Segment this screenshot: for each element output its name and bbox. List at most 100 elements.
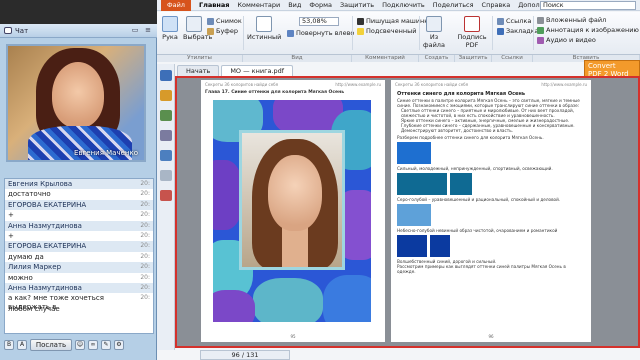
bold-icon[interactable]: B (4, 340, 14, 350)
message-time: 20: (140, 294, 150, 302)
link-icon[interactable]: ∞ (88, 340, 98, 350)
link-button[interactable]: Ссылка (497, 17, 531, 25)
navigation-sidebar (157, 64, 175, 350)
media-icon (537, 36, 544, 44)
layers-icon[interactable] (159, 110, 172, 121)
link-label: Ссылка (506, 17, 532, 25)
menu-help[interactable]: Справка (482, 1, 511, 9)
page-header-right: http://www.example.ru (335, 82, 381, 87)
message-time: 20: (140, 231, 150, 239)
actual-size-button[interactable]: Истинный (247, 16, 281, 41)
comments-icon[interactable] (159, 190, 172, 201)
highlight-label: Подсвеченный (366, 27, 417, 35)
clipboard-label: Буфер (216, 27, 238, 35)
chat-message-list[interactable]: Евгения Крылова 20: достаточно 20: ЕГОРОВА Е… (4, 178, 154, 334)
tab-document[interactable]: МО — книга.pdf (221, 65, 294, 76)
attachments-icon[interactable] (159, 170, 172, 181)
swatch-row-3 (391, 202, 591, 228)
menu-file[interactable]: Файл (161, 0, 191, 11)
snapshot-button[interactable]: Снимок (207, 17, 242, 25)
video-feed: Евгения Маченко (6, 44, 146, 162)
message-text: достаточно (8, 190, 51, 199)
menu-form[interactable]: Форма (309, 1, 332, 9)
message-time: 20: (140, 252, 150, 260)
tab-start[interactable]: Начать (177, 65, 220, 76)
color-swatch (397, 204, 431, 226)
send-button[interactable]: Послать (30, 339, 72, 351)
menu-view[interactable]: Вид (288, 1, 301, 9)
thumbnails-icon[interactable] (159, 70, 172, 81)
hand-label: Рука (162, 33, 178, 41)
menu-home[interactable]: Главная (199, 1, 229, 9)
convert-line1: Convert (588, 62, 616, 70)
actual-size-label: Истинный (247, 33, 282, 41)
menu-comments[interactable]: Комментари (237, 1, 280, 9)
chat-message: думаю да 20: (5, 252, 153, 262)
zoom-field[interactable]: 53,08% (299, 17, 339, 26)
image-annotation-button[interactable]: Аннотация к изображению (537, 26, 639, 34)
group-comment: Комментарий (352, 55, 419, 62)
sign-pdf-button[interactable]: Подпись PDF (457, 16, 487, 49)
rotate-left-button[interactable]: Повернуть влево (287, 29, 354, 37)
signature-icon (464, 16, 480, 32)
audio-video-button[interactable]: Аудио и видео (537, 36, 596, 44)
message-text: можно (8, 273, 33, 282)
page-header-right: http://www.example.ru (541, 82, 587, 87)
rotate-label: Повернуть влево (296, 29, 355, 37)
settings-icon[interactable]: ⚙ (114, 340, 124, 350)
message-text: + (8, 211, 14, 220)
search-input[interactable]: Поиск (540, 1, 636, 10)
message-text: думаю да (8, 252, 44, 261)
from-file-button[interactable]: Из файла (423, 16, 445, 49)
page-number: 95 (290, 334, 296, 339)
message-text: ЕГОРОВА ЕКАТЕРИНА (8, 200, 87, 209)
cursor-icon (186, 16, 202, 32)
group-utilities: Утилиты (157, 55, 243, 62)
chat-author: Евгения Крылова 20: (5, 179, 153, 190)
camera-icon (207, 17, 214, 25)
document-tabs: Начать МО — книга.pdf (177, 64, 640, 76)
menu-connect[interactable]: Подключить (382, 1, 425, 9)
bookmark-icon (497, 27, 504, 35)
rotate-icon (287, 29, 294, 37)
color-icon[interactable]: A (17, 340, 27, 350)
typewriter-button[interactable]: Пишущая машинка (357, 17, 432, 25)
message-text: а как? мне тоже хочеться выдержать в (8, 294, 104, 311)
color-swatch (450, 173, 472, 195)
chat-icon (4, 27, 12, 34)
menu-share[interactable]: Поделиться (433, 1, 474, 9)
bullet-deep: Глубокие оттенки синего – сдержанные, ур… (401, 123, 575, 133)
video-participant-name: Евгения Маченко (74, 149, 138, 157)
from-file-label: Из файла (423, 33, 445, 49)
page-navigator[interactable]: 96 / 131 (200, 350, 290, 360)
chat-message: +20: (5, 231, 153, 241)
document-viewport[interactable]: Секреты 36 колоритов найди себя http://w… (175, 76, 640, 348)
hand-tool-button[interactable]: Рука (159, 16, 181, 41)
highlight-button[interactable]: Подсвеченный (357, 27, 416, 35)
minimize-icon[interactable]: ▭ (130, 26, 140, 35)
pages-icon[interactable] (159, 130, 172, 141)
color-swatch (397, 235, 427, 257)
message-time: 20: (140, 242, 150, 250)
swatch-row-1 (391, 140, 591, 166)
image-annotation-label: Аннотация к изображению (546, 26, 639, 34)
highlight-icon (357, 27, 364, 35)
menu-icon[interactable]: ≡ (143, 26, 153, 35)
page-header: Секреты 36 колоритов найди себя http://w… (391, 80, 591, 89)
attach-icon[interactable]: ✎ (101, 340, 111, 350)
chat-message: достаточно 20: (5, 189, 153, 199)
smile-icon[interactable]: ☺ (75, 340, 85, 350)
pdf-reader-window: Файл Главная Комментари Вид Форма Защити… (157, 0, 640, 360)
select-tool-button[interactable]: Выбрать (183, 16, 212, 41)
menu-protect[interactable]: Защитить (340, 1, 374, 9)
security-icon[interactable] (159, 150, 172, 161)
menu-bar: Файл Главная Комментари Вид Форма Защити… (157, 0, 640, 11)
ribbon-group-labels: Утилиты Вид Комментарий Создать Защитить… (157, 55, 640, 62)
clipboard-button[interactable]: Буфер (207, 27, 238, 35)
sign-label: Подпись PDF (457, 33, 487, 49)
bookmarks-icon[interactable] (159, 90, 172, 101)
attach-label: Вложенный файл (546, 16, 607, 24)
group-protect: Защитить (455, 55, 492, 62)
attach-file-button[interactable]: Вложенный файл (537, 16, 606, 24)
group-view: Вид (243, 55, 352, 62)
